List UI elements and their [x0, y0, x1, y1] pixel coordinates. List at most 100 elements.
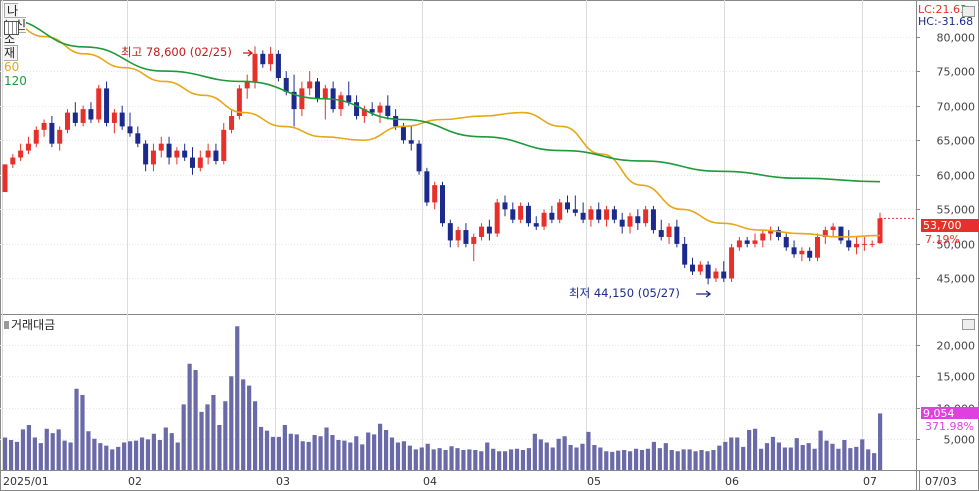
price-tick-label: 70,000 — [937, 101, 976, 114]
volume-bar — [705, 451, 710, 470]
volume-bar — [324, 427, 329, 470]
candle-body — [760, 233, 766, 241]
volume-bar — [657, 448, 662, 470]
candle-body — [57, 129, 63, 144]
x-tick-label: 04 — [423, 475, 437, 488]
grid-settings-icon[interactable] — [4, 21, 19, 35]
candle-body — [96, 88, 102, 120]
volume-bar — [14, 441, 20, 470]
candle-body — [197, 157, 203, 168]
candle-body — [150, 150, 156, 165]
candles-group — [2, 46, 883, 285]
price-tick-label: 45,000 — [937, 273, 976, 286]
volume-bar — [32, 437, 37, 470]
candle-body — [557, 202, 563, 220]
volume-bar — [568, 445, 573, 470]
collapse-volume-panel-icon[interactable] — [962, 319, 975, 330]
volume-bar — [300, 441, 305, 470]
candle-body — [104, 88, 110, 123]
volume-bar — [586, 431, 591, 470]
volume-bar — [336, 440, 341, 470]
candle-body — [135, 133, 141, 144]
candle-body — [815, 236, 820, 258]
candle-body — [854, 243, 860, 248]
candle-body — [799, 250, 805, 255]
candle-body — [674, 226, 680, 244]
volume-bar — [253, 401, 258, 470]
candle-body — [205, 150, 211, 158]
candle-body — [580, 212, 586, 220]
price-change-pct: 7.19% — [925, 233, 960, 246]
volume-bar — [758, 448, 764, 470]
candle-body — [486, 226, 492, 234]
volume-bar — [8, 440, 14, 470]
candle-body — [869, 243, 875, 245]
volume-tick-label: 15,000 — [937, 371, 976, 384]
volume-bar — [824, 440, 829, 470]
volume-bar — [223, 401, 228, 470]
candle-body — [690, 264, 695, 272]
candle-body — [2, 164, 8, 193]
volume-bar — [550, 447, 555, 470]
candle-body — [729, 247, 735, 279]
volume-bar — [830, 443, 835, 470]
volume-bar — [729, 437, 734, 470]
candle-body — [596, 209, 602, 220]
volume-bar — [74, 388, 79, 470]
volume-bar — [372, 434, 377, 470]
candle-body — [705, 264, 711, 279]
volume-bar — [848, 448, 853, 470]
volume-bar — [473, 450, 478, 470]
candle-body — [190, 157, 195, 168]
volume-bar — [128, 441, 133, 470]
volume-bar — [50, 433, 55, 470]
x-tick-label: 2025/01 — [3, 475, 49, 488]
volume-tick-label: 20,000 — [937, 340, 976, 353]
candle-body — [385, 105, 391, 117]
candle-body — [307, 81, 313, 89]
volume-bar — [38, 443, 43, 470]
volume-bar — [854, 446, 859, 470]
volume-bar — [592, 445, 597, 470]
volume-bar — [354, 436, 359, 470]
volume-bar — [544, 442, 549, 470]
candle-body — [65, 112, 70, 130]
volume-bar — [699, 450, 704, 470]
candle-body — [260, 53, 266, 65]
volume-bar — [770, 436, 776, 470]
volume-bar — [455, 448, 460, 470]
candle-body — [783, 236, 789, 248]
volume-bar — [443, 450, 448, 470]
high-annotation: 최고 78,600 (02/25) — [121, 45, 232, 59]
volume-bar — [104, 445, 109, 470]
candle-body — [471, 236, 477, 244]
candle-body — [846, 240, 852, 248]
candle-body — [744, 240, 750, 244]
volume-bar — [389, 437, 395, 470]
candle-body — [432, 185, 438, 203]
candle-body — [33, 129, 39, 144]
candle-body — [479, 226, 485, 237]
x-tick-label: 02 — [128, 475, 142, 488]
candle-body — [666, 226, 672, 237]
volume-title: 거래대금 — [11, 318, 56, 332]
candle-body — [18, 150, 24, 158]
volume-bar — [610, 451, 615, 470]
candle-body — [338, 95, 344, 110]
volume-bar — [562, 436, 567, 470]
volume-bar — [741, 446, 746, 470]
collapse-panel-icon[interactable] — [962, 6, 975, 17]
candle-body — [736, 240, 742, 248]
candle-body — [182, 150, 188, 158]
volume-bar — [294, 434, 299, 470]
candle-body — [213, 150, 219, 161]
candle-body — [174, 150, 180, 158]
candle-body — [221, 129, 227, 161]
volume-bar — [753, 428, 758, 470]
candle-body — [244, 81, 250, 89]
legend: 나노신소재 60 120 — [4, 3, 27, 88]
candle-body — [41, 122, 47, 130]
candle-body — [229, 116, 235, 130]
candle-body — [682, 243, 688, 265]
candle-body — [268, 53, 274, 65]
